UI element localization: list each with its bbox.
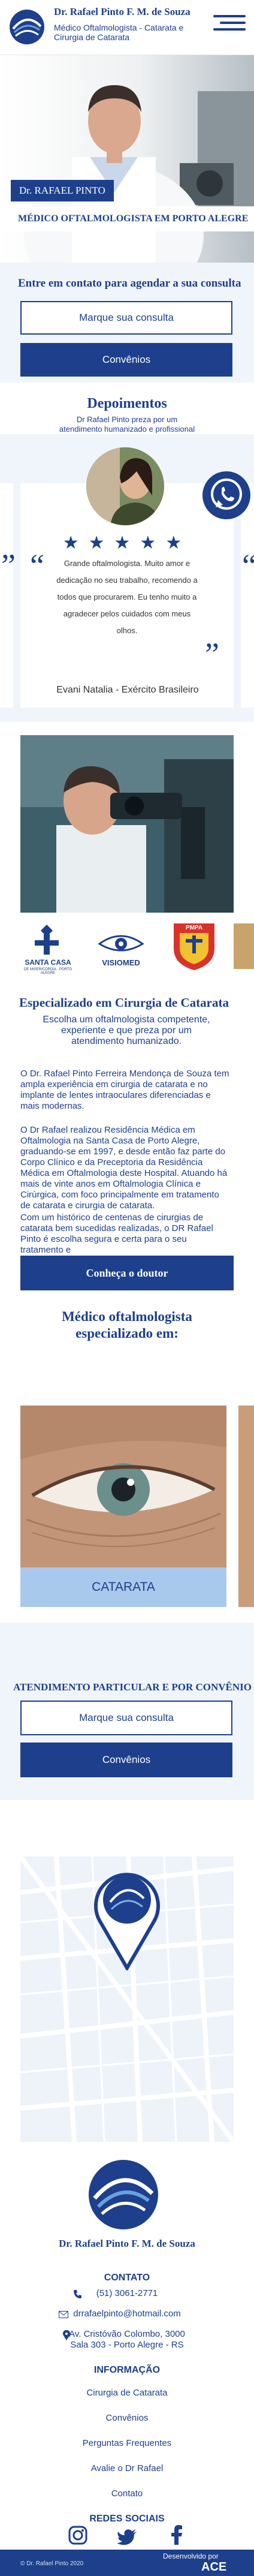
facebook-icon[interactable]: [167, 2524, 188, 2546]
footer-name: Dr. Rafael Pinto F. M. de Souza: [59, 2238, 195, 2249]
next-quote-icon: “: [242, 547, 254, 584]
developer-logo[interactable]: ACE: [201, 2560, 226, 2574]
santa-casa-logo-icon: [35, 925, 59, 955]
testimonial-card-prev[interactable]: [0, 483, 13, 708]
instagram-icon[interactable]: [67, 2524, 89, 2546]
partner-logos: SANTA CASA DE MISERICÓRDIA · PORTO ALEGR…: [20, 919, 254, 979]
partner-logo-next: [234, 923, 254, 969]
insurance-button-2[interactable]: Convênios: [20, 1743, 232, 1777]
attendance-title: ATENDIMENTO PARTICULAR E POR CONVÊNIO: [13, 1681, 252, 1693]
footer-email[interactable]: drrafaelpinto@hotmail.com: [0, 2309, 254, 2319]
schedule-consultation-button-2[interactable]: Marque sua consulta: [20, 1701, 232, 1735]
meet-doctor-button[interactable]: Conheça o doutor: [20, 1256, 234, 1290]
brand-name[interactable]: Dr. Rafael Pinto F. M. de Souza: [54, 6, 228, 18]
footer-link-cataract[interactable]: Cirurgia de Catarata: [0, 2388, 254, 2398]
eye-logo-icon[interactable]: [8, 8, 46, 46]
bio-paragraph-2: O Dr Rafael realizou Residência Médica e…: [20, 1125, 228, 1211]
footer-social-heading: REDES SOCIAIS: [89, 2514, 165, 2524]
visiomed-logo-text: VISIOMED: [102, 958, 140, 967]
testimonial-text: Grande oftalmologista. Muito amor e dedi…: [56, 559, 198, 635]
developed-by-label: Desenvolvido por: [163, 2552, 219, 2560]
contact-title: Entre em contato para agendar a sua cons…: [18, 277, 241, 290]
testimonials-title: Depoimentos: [87, 396, 167, 411]
santa-casa-logo-text: SANTA CASA: [25, 958, 71, 967]
cataract-service-label[interactable]: CATARATA: [20, 1567, 226, 1607]
prev-quote-icon: ”: [1, 547, 16, 583]
hero-name-tag: Dr. RAFAEL PINTO: [11, 180, 114, 201]
whatsapp-icon[interactable]: [199, 468, 254, 523]
doctor-exam-photo: [20, 735, 234, 913]
schedule-consultation-button[interactable]: Marque sua consulta: [20, 301, 232, 335]
menu-hamburger-icon[interactable]: [213, 11, 246, 35]
rating-stars: ★★★★★: [62, 533, 192, 553]
hero-doctor-illustration: [0, 55, 254, 263]
footer-link-faq[interactable]: Perguntas Frequentes: [0, 2438, 254, 2448]
footer-link-insurance[interactable]: Convênios: [0, 2413, 254, 2423]
footer-link-contact[interactable]: Contato: [0, 2488, 254, 2499]
location-map[interactable]: [20, 1856, 234, 2142]
footer-phone[interactable]: (51) 3061-2771: [0, 2288, 254, 2298]
next-service-card[interactable]: [238, 1406, 254, 1607]
footer-address-line2: Sala 303 - Porto Alegre - RS: [70, 2340, 184, 2350]
hero-section: Dr. RAFAEL PINTO: [0, 55, 254, 263]
santa-casa-logo-subtext: DE MISERICÓRDIA · PORTO ALEGRE: [23, 968, 72, 975]
footer-address-line1: Av. Cristóvão Colombo, 3000: [69, 2329, 185, 2339]
footer-info-heading: INFORMAÇÃO: [93, 2365, 161, 2375]
bio-paragraph-3: Com um histórico de centenas de cirurgia…: [20, 1212, 213, 1255]
pmpa-logo-text: PMPA: [185, 925, 203, 931]
testimonials-subtitle: Dr Rafael Pinto preza por um atendimento…: [59, 415, 195, 434]
testimonial-avatar: [86, 447, 164, 525]
services-title: Médico oftalmologista especializado em:: [62, 1309, 192, 1341]
footer-eye-logo-icon: [89, 2160, 158, 2229]
site-header: Dr. Rafael Pinto F. M. de Souza Médico O…: [0, 0, 254, 55]
cataract-service-image[interactable]: [20, 1406, 226, 1567]
hero-banner-text: MÉDICO OFTALMOLOGISTA EM PORTO ALEGRE: [18, 213, 249, 224]
specialized-subtitle: Escolha um oftalmologista competente, ex…: [43, 1015, 210, 1046]
footer-link-review[interactable]: Avalie o Dr Rafael: [0, 2463, 254, 2473]
copyright-text: © Dr. Rafael Pinto 2020: [20, 2560, 84, 2567]
quote-open-icon: “: [30, 547, 44, 583]
specialized-title: Especializado em Cirurgia de Catarata: [19, 995, 229, 1010]
insurance-button[interactable]: Convênios: [20, 343, 232, 377]
bio-paragraph-1: O Dr. Rafael Pinto Ferreira Mendonça de …: [20, 1069, 229, 1111]
visiomed-logo-icon: [98, 935, 144, 952]
brand-subtitle: Médico Oftalmologista - Catarata e Cirur…: [54, 23, 184, 42]
twitter-icon[interactable]: [116, 2527, 138, 2548]
testimonial-author: Evani Natalia - Exército Brasileiro: [56, 685, 199, 695]
map-pin-icon[interactable]: [85, 1856, 169, 1970]
footer-contact-heading: CONTATO: [104, 2273, 150, 2283]
quote-close-icon: ”: [205, 636, 219, 672]
